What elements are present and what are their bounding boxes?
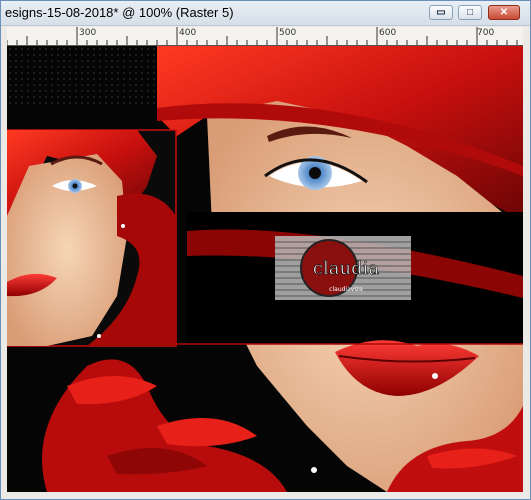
horizontal-ruler: 300 400 500 600 700 [7,27,523,46]
maximize-button[interactable]: □ [458,5,482,20]
watermark-subtext: claudiaviza [329,286,363,293]
sparkle [432,373,438,379]
window-title: esigns-15-08-2018* @ 100% (Raster 5) [5,5,234,20]
minimize-button[interactable]: ▭ [429,5,453,20]
watermark-logo: claudia claudiaviza [275,236,411,300]
image-canvas[interactable]: claudia claudiaviza [7,46,523,492]
inset-portrait [7,129,177,347]
title-bar[interactable]: esigns-15-08-2018* @ 100% (Raster 5) ▭ □… [1,1,530,26]
ruler-label: 700 [477,28,495,38]
watermark-text: claudia [313,258,379,279]
maximize-icon: □ [466,7,474,18]
document-window: esigns-15-08-2018* @ 100% (Raster 5) ▭ □… [0,0,531,500]
dot-texture [7,46,167,106]
ruler-label: 400 [179,28,197,38]
pupil-large [309,167,321,179]
ruler-label: 300 [79,28,97,38]
sparkle [311,467,317,473]
minimize-icon: ▭ [436,7,446,18]
close-button[interactable]: ✕ [488,5,520,20]
artwork: claudia claudiaviza [7,46,523,492]
ruler-label: 600 [379,28,397,38]
close-icon: ✕ [499,7,509,18]
ruler-label: 500 [279,28,297,38]
